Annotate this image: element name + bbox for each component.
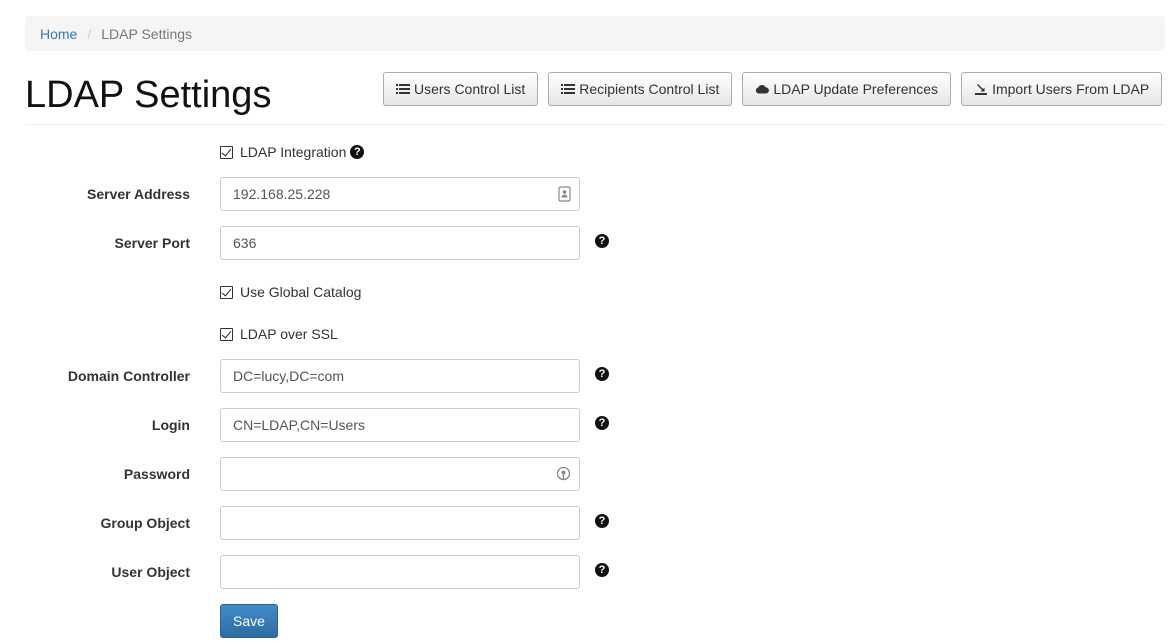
server-port-field-wrap: [220, 226, 580, 260]
list-icon: [561, 83, 576, 95]
use-global-catalog-row: Use Global Catalog: [220, 282, 361, 302]
recipients-control-list-label: Recipients Control List: [579, 81, 720, 97]
server-port-input[interactable]: [220, 226, 580, 260]
import-icon: [974, 82, 988, 96]
header-divider: [25, 124, 1165, 125]
ldap-update-preferences-label: LDAP Update Preferences: [773, 81, 939, 97]
help-icon[interactable]: ?: [595, 514, 609, 528]
domain-controller-input[interactable]: [220, 359, 580, 393]
login-field-wrap: [220, 408, 580, 442]
breadcrumb-current: LDAP Settings: [101, 25, 193, 42]
recipients-control-list-button[interactable]: Recipients Control List: [548, 72, 733, 106]
breadcrumb-home-link[interactable]: Home: [40, 26, 77, 42]
breadcrumb: Home / LDAP Settings: [25, 16, 1165, 51]
ldap-over-ssl-row: LDAP over SSL: [220, 324, 338, 344]
server-port-row: Server Port ?: [0, 226, 1171, 260]
domain-controller-label: Domain Controller: [67, 368, 190, 384]
breadcrumb-separator: /: [87, 25, 92, 42]
ldap-over-ssl-checkbox[interactable]: [220, 327, 233, 341]
users-control-list-label: Users Control List: [414, 81, 526, 97]
password-field-wrap: [220, 457, 580, 491]
password-row: Password: [0, 457, 1171, 491]
domain-controller-row: Domain Controller ?: [0, 359, 1171, 393]
ldap-over-ssl-label: LDAP over SSL: [240, 326, 338, 342]
help-icon[interactable]: ?: [595, 416, 609, 430]
import-users-from-ldap-label: Import Users From LDAP: [992, 81, 1150, 97]
group-object-input[interactable]: [220, 506, 580, 540]
use-global-catalog-label: Use Global Catalog: [240, 284, 362, 300]
list-icon: [396, 83, 410, 95]
header-button-group: Users Control List Recipients Control Li…: [383, 72, 1163, 106]
save-button[interactable]: Save: [220, 604, 278, 638]
server-address-row: Server Address: [0, 177, 1171, 211]
ldap-integration-checkbox[interactable]: [220, 145, 233, 159]
password-label: Password: [123, 466, 190, 482]
group-object-label: Group Object: [100, 515, 190, 531]
login-label: Login: [151, 417, 190, 433]
login-row: Login ?: [0, 408, 1171, 442]
import-users-from-ldap-button[interactable]: Import Users From LDAP: [961, 72, 1163, 106]
domain-controller-field-wrap: [220, 359, 580, 393]
password-key-icon[interactable]: [556, 466, 571, 485]
group-object-row: Group Object ?: [0, 506, 1171, 540]
users-control-list-button[interactable]: Users Control List: [383, 72, 539, 106]
user-object-row: User Object ?: [0, 555, 1171, 589]
help-icon[interactable]: ?: [595, 563, 609, 577]
server-address-field-wrap: [220, 177, 580, 211]
server-port-label: Server Port: [114, 235, 190, 251]
contact-card-icon[interactable]: [558, 186, 571, 205]
page-title: LDAP Settings: [25, 74, 272, 116]
help-icon[interactable]: ?: [350, 145, 365, 159]
user-object-input[interactable]: [220, 555, 580, 589]
ldap-integration-label: LDAP Integration: [240, 144, 347, 160]
help-icon[interactable]: ?: [595, 234, 609, 248]
ldap-integration-row: LDAP Integration ?: [220, 142, 365, 162]
ldap-update-preferences-button[interactable]: LDAP Update Preferences: [742, 72, 952, 106]
group-object-field-wrap: [220, 506, 580, 540]
help-icon[interactable]: ?: [595, 367, 609, 381]
login-input[interactable]: [220, 408, 580, 442]
user-object-label: User Object: [111, 564, 190, 580]
server-address-input[interactable]: [220, 177, 580, 211]
user-object-field-wrap: [220, 555, 580, 589]
server-address-label: Server Address: [87, 186, 190, 202]
use-global-catalog-checkbox[interactable]: [220, 285, 233, 299]
password-input[interactable]: [220, 457, 580, 491]
cloud-icon: [755, 84, 770, 94]
